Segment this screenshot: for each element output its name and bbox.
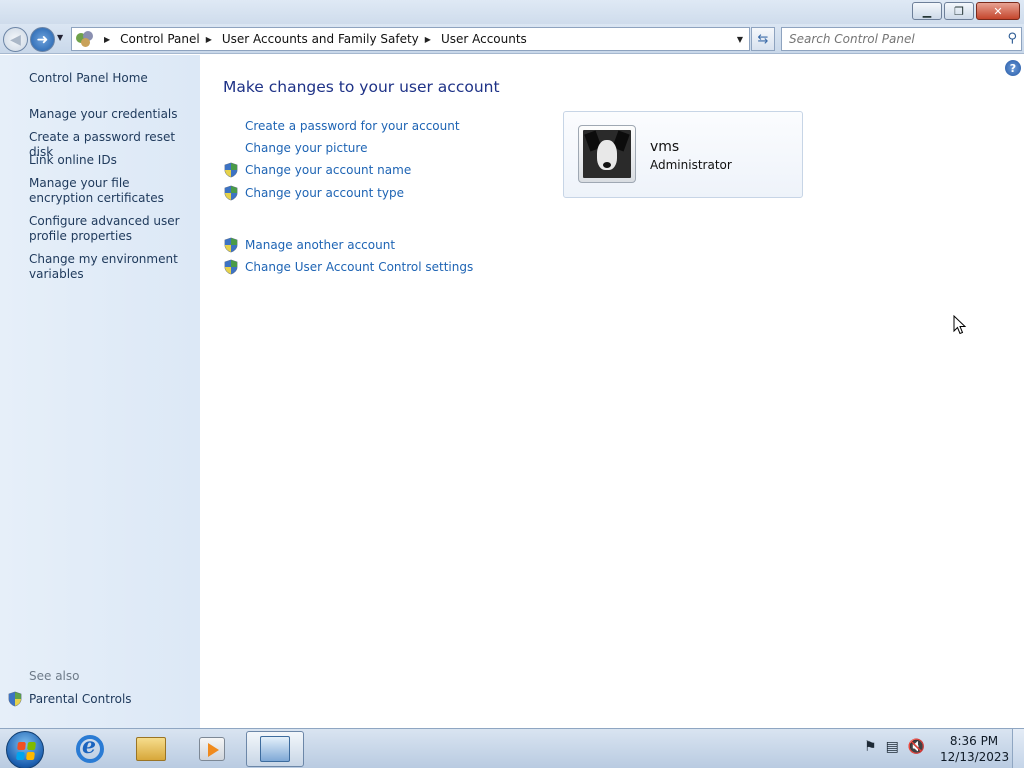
taskbar-windows-explorer[interactable] [122, 731, 180, 767]
account-role: Administrator [650, 158, 732, 172]
internet-explorer-icon [76, 733, 104, 763]
back-arrow-icon: ◀ [10, 31, 21, 48]
left-navigation-pane: Control Panel Home Manage your credentia… [0, 55, 200, 728]
avatar [578, 125, 636, 183]
advanced-profile-properties-link[interactable]: Configure advanced user profile properti… [29, 214, 194, 244]
refresh-button[interactable]: ⇆ [751, 27, 775, 51]
show-desktop-button[interactable] [1012, 729, 1024, 768]
restore-icon: ❐ [954, 4, 964, 18]
parental-controls-label[interactable]: Parental Controls [29, 692, 132, 706]
control-panel-home-link[interactable]: Control Panel Home [29, 71, 194, 86]
environment-variables-link[interactable]: Change my environment variables [29, 252, 194, 282]
file-encryption-certificates-link[interactable]: Manage your file encryption certificates [29, 176, 194, 206]
account-tile: vms Administrator [563, 111, 803, 198]
search-icon[interactable]: ⚲ [1007, 31, 1017, 46]
notification-area: ⚑ ▤ 🔇 [864, 739, 925, 755]
forward-button[interactable]: ➜ [30, 27, 55, 52]
address-dropdown-icon[interactable]: ▼ [737, 35, 743, 44]
help-button[interactable]: ? [1005, 60, 1021, 76]
close-button[interactable]: ✕ [976, 2, 1020, 20]
breadcrumb-control-panel[interactable]: Control Panel [120, 32, 200, 46]
breadcrumb: ▶ Control Panel ▶ User Accounts and Fami… [98, 32, 527, 46]
help-icon: ? [1009, 61, 1017, 75]
system-clock[interactable]: 8:36 PM 12/13/2023 [940, 733, 1010, 765]
parental-controls-link[interactable]: Parental Controls [7, 691, 132, 707]
taskbar-control-panel[interactable] [246, 731, 304, 767]
breadcrumb-separator-icon[interactable]: ▶ [104, 35, 110, 44]
title-bar: ▁ ❐ ✕ [0, 0, 1024, 24]
minimize-button[interactable]: ▁ [912, 2, 942, 20]
link-online-ids-link[interactable]: Link online IDs [29, 153, 194, 168]
breadcrumb-separator-icon[interactable]: ▶ [425, 35, 431, 44]
manage-credentials-link[interactable]: Manage your credentials [29, 107, 194, 122]
uac-settings-link[interactable]: Change User Account Control settings [223, 259, 473, 275]
dog-picture-icon [583, 130, 631, 178]
navigation-bar: ◀ ➜ ▼ ▶ Control Panel ▶ User Accounts an… [0, 24, 1024, 54]
taskbar: ⚑ ▤ 🔇 8:36 PM 12/13/2023 [0, 728, 1024, 768]
refresh-icon: ⇆ [757, 31, 769, 47]
start-button[interactable] [6, 731, 44, 768]
create-password-label[interactable]: Create a password for your account [245, 119, 460, 133]
clock-date: 12/13/2023 [940, 750, 1010, 764]
control-panel-icon [260, 736, 290, 762]
network-icon[interactable]: ▤ [886, 739, 899, 755]
taskbar-internet-explorer[interactable] [61, 731, 119, 767]
action-center-flag-icon[interactable]: ⚑ [864, 739, 877, 755]
uac-shield-icon [223, 162, 239, 178]
main-content: ? Make changes to your user account Crea… [200, 55, 1024, 728]
uac-settings-label[interactable]: Change User Account Control settings [245, 260, 473, 274]
search-input[interactable] [782, 28, 992, 50]
account-name: vms [650, 139, 680, 155]
recent-pages-button[interactable]: ▼ [57, 33, 63, 42]
change-picture-link[interactable]: Change your picture [223, 140, 367, 156]
back-button[interactable]: ◀ [3, 27, 28, 52]
uac-shield-icon [7, 691, 23, 707]
search-box[interactable]: ⚲ [781, 27, 1022, 51]
folder-icon [136, 737, 166, 761]
minimize-icon: ▁ [922, 4, 932, 18]
uac-shield-icon [223, 237, 239, 253]
change-account-name-link[interactable]: Change your account name [223, 162, 411, 178]
uac-shield-icon [223, 259, 239, 275]
taskbar-media-player[interactable] [183, 731, 241, 767]
restore-button[interactable]: ❐ [944, 2, 974, 20]
clock-time: 8:36 PM [949, 734, 999, 748]
manage-another-account-link[interactable]: Manage another account [223, 237, 395, 253]
change-picture-label[interactable]: Change your picture [245, 141, 367, 155]
create-password-link[interactable]: Create a password for your account [223, 118, 460, 134]
close-icon: ✕ [993, 4, 1003, 18]
address-bar[interactable]: ▶ Control Panel ▶ User Accounts and Fami… [71, 27, 750, 51]
page-title: Make changes to your user account [223, 78, 500, 96]
manage-another-account-label[interactable]: Manage another account [245, 238, 395, 252]
volume-muted-icon[interactable]: 🔇 [908, 739, 925, 755]
forward-arrow-icon: ➜ [36, 31, 49, 48]
mouse-pointer-icon [953, 314, 967, 338]
breadcrumb-user-accounts-family-safety[interactable]: User Accounts and Family Safety [222, 32, 419, 46]
window-controls: ▁ ❐ ✕ [912, 2, 1020, 20]
change-account-name-label[interactable]: Change your account name [245, 163, 411, 177]
change-account-type-label[interactable]: Change your account type [245, 186, 404, 200]
windows-logo-icon [16, 742, 36, 760]
breadcrumb-user-accounts[interactable]: User Accounts [441, 32, 527, 46]
see-also-heading: See also [29, 669, 80, 683]
change-account-type-link[interactable]: Change your account type [223, 185, 404, 201]
uac-shield-icon [223, 185, 239, 201]
control-panel-icon [76, 31, 94, 47]
media-player-icon [199, 737, 225, 761]
breadcrumb-separator-icon[interactable]: ▶ [206, 35, 212, 44]
